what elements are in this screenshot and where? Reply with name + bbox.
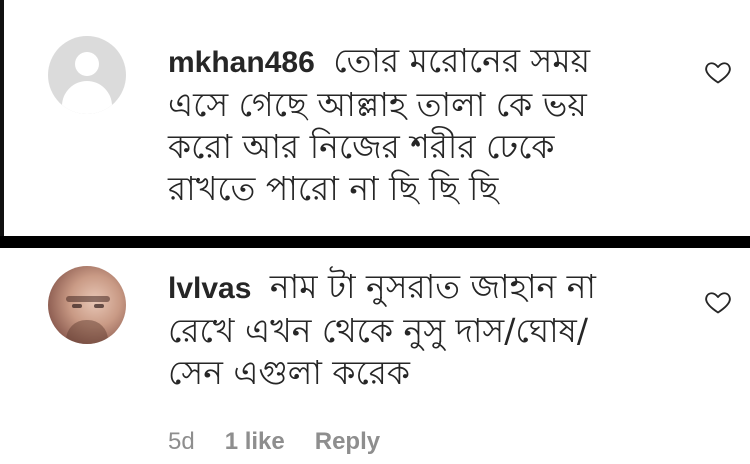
photo-brow	[66, 296, 110, 302]
comment-item: lvlvas নাম টা নুসরাত জাহান না রেখে এখন থ…	[0, 248, 750, 464]
comments-screenshot: mkhan486 তোর মরোনের সময় এসে গেছে আল্লাহ…	[0, 0, 750, 464]
avatar-shoulders-shape	[62, 81, 112, 114]
comment-body: lvlvas নাম টা নুসরাত জাহান না রেখে এখন থ…	[168, 266, 638, 394]
like-count[interactable]: 1 like	[225, 428, 285, 456]
heart-outline-icon[interactable]	[704, 58, 732, 86]
reply-button[interactable]: Reply	[315, 428, 380, 456]
comment-username[interactable]: lvlvas	[168, 272, 251, 305]
photo-eye-left	[72, 304, 82, 308]
comment-item: mkhan486 তোর মরোনের সময় এসে গেছে আল্লাহ…	[0, 0, 750, 236]
photo-eye-right	[94, 304, 104, 308]
comment-time: 5d	[168, 428, 195, 455]
avatar-head-shape	[75, 52, 99, 76]
default-avatar-icon[interactable]	[48, 36, 126, 114]
comment-username[interactable]: mkhan486	[168, 46, 315, 79]
profile-photo-avatar[interactable]	[48, 266, 126, 344]
heart-outline-icon[interactable]	[704, 288, 732, 316]
comment-body: mkhan486 তোর মরোনের সময় এসে গেছে আল্লাহ…	[168, 40, 638, 210]
comment-meta: 5d 1 like Reply	[168, 424, 410, 460]
section-divider	[0, 236, 750, 248]
photo-beard	[66, 320, 108, 344]
